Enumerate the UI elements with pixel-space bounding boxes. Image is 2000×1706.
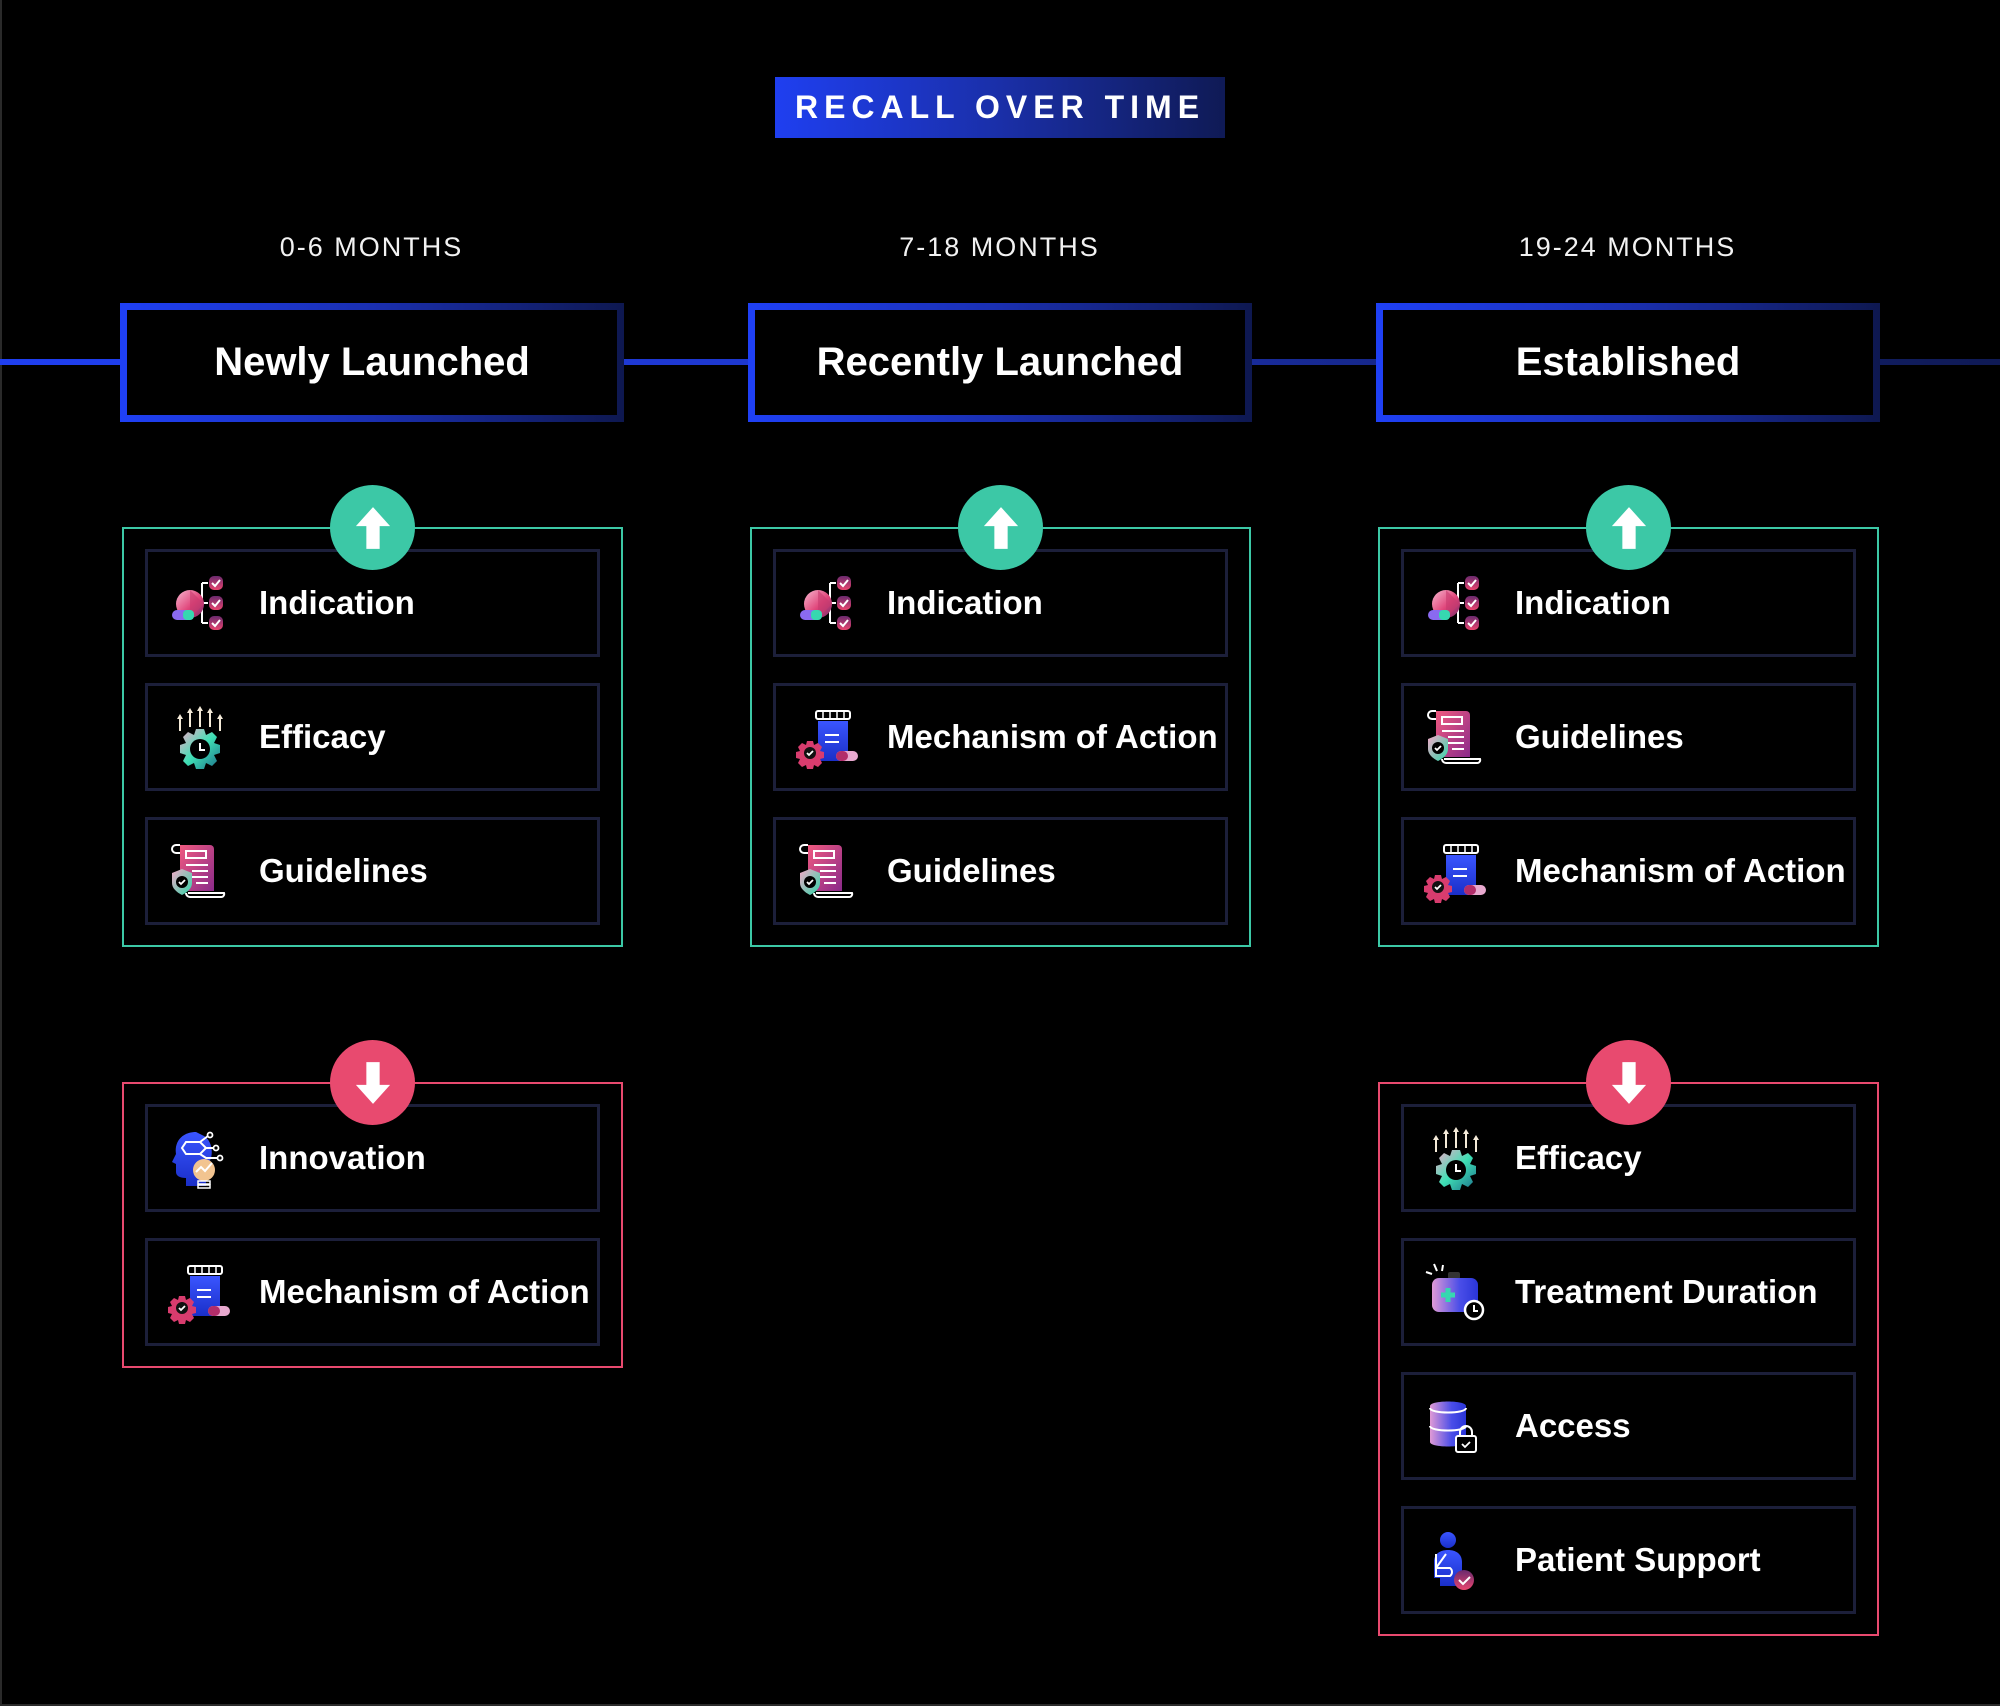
stage-header-inner: Recently Launched — [755, 310, 1245, 415]
recall-item-label: Mechanism of Action — [887, 718, 1218, 755]
recall-item-guidelines: Guidelines — [145, 817, 600, 925]
patient-support-icon — [1422, 1528, 1486, 1592]
recall-item-label: Guidelines — [1515, 718, 1684, 755]
increase-badge — [330, 485, 415, 570]
indication-icon — [794, 571, 858, 635]
recall-item-label: Efficacy — [259, 718, 386, 755]
page-title: RECALL OVER TIME — [794, 89, 1206, 125]
increased-recall-group-newly-launched: Indication Efficacy Guidelines — [122, 527, 623, 947]
period-label-recently-launched: 7-18 MONTHS — [899, 232, 1100, 262]
indication-icon — [1422, 571, 1486, 635]
indication-icon — [166, 571, 230, 635]
decrease-badge — [330, 1040, 415, 1125]
access-icon — [1422, 1394, 1486, 1458]
arrow-down-icon — [1610, 1060, 1648, 1106]
stage-header-recently-launched: Recently Launched — [748, 303, 1252, 422]
recall-item-label: Patient Support — [1515, 1541, 1761, 1578]
recall-item-label: Innovation — [259, 1139, 426, 1176]
efficacy-icon — [166, 705, 230, 769]
guidelines-icon — [1422, 705, 1486, 769]
guidelines-icon — [794, 839, 858, 903]
recall-item-mechanism-of-action: Mechanism of Action — [1401, 817, 1856, 925]
stage-header-established: Established — [1376, 303, 1880, 422]
recall-item-label: Guidelines — [259, 852, 428, 889]
decreased-recall-group-established: Efficacy Treatment Duration Access Patie… — [1378, 1082, 1879, 1636]
recall-item-label: Mechanism of Action — [1515, 852, 1846, 889]
recall-item-label: Access — [1515, 1407, 1631, 1444]
treatment-duration-icon — [1422, 1260, 1486, 1324]
recall-item-label: Treatment Duration — [1515, 1273, 1818, 1310]
recall-item-guidelines: Guidelines — [773, 817, 1228, 925]
recall-item-access: Access — [1401, 1372, 1856, 1480]
stage-header-inner: Newly Launched — [127, 310, 617, 415]
arrow-up-icon — [982, 505, 1020, 551]
mechanism-icon — [794, 705, 858, 769]
recall-item-label: Efficacy — [1515, 1139, 1642, 1176]
increased-recall-group-established: Indication Guidelines Mechanism of Actio… — [1378, 527, 1879, 947]
recall-item-mechanism-of-action: Mechanism of Action — [773, 683, 1228, 791]
decrease-badge — [1586, 1040, 1671, 1125]
recall-item-label: Indication — [1515, 584, 1671, 621]
period-label-newly-launched: 0-6 MONTHS — [279, 232, 464, 262]
stage-header-inner: Established — [1383, 310, 1873, 415]
arrow-down-icon — [354, 1060, 392, 1106]
period-label-established: 19-24 MONTHS — [1518, 232, 1737, 262]
recall-item-patient-support: Patient Support — [1401, 1506, 1856, 1614]
stage-header-newly-launched: Newly Launched — [120, 303, 624, 422]
recall-item-guidelines: Guidelines — [1401, 683, 1856, 791]
recall-item-label: Indication — [887, 584, 1043, 621]
recall-item-treatment-duration: Treatment Duration — [1401, 1238, 1856, 1346]
arrow-up-icon — [1610, 505, 1648, 551]
increase-badge — [1586, 485, 1671, 570]
mechanism-icon — [166, 1260, 230, 1324]
recall-item-mechanism-of-action: Mechanism of Action — [145, 1238, 600, 1346]
increase-badge — [958, 485, 1043, 570]
stage-title: Newly Launched — [214, 340, 530, 384]
recall-item-label: Guidelines — [887, 852, 1056, 889]
mechanism-icon — [1422, 839, 1486, 903]
guidelines-icon — [166, 839, 230, 903]
stage-title: Recently Launched — [816, 340, 1184, 384]
increased-recall-group-recently-launched: Indication Mechanism of Action Guideline… — [750, 527, 1251, 947]
innovation-icon — [166, 1126, 230, 1190]
frame-edge-left — [0, 0, 2, 1706]
recall-item-label: Indication — [259, 584, 415, 621]
recall-item-label: Mechanism of Action — [259, 1273, 590, 1310]
title-banner: RECALL OVER TIME — [775, 77, 1225, 138]
stage-title: Established — [1515, 340, 1741, 384]
efficacy-icon — [1422, 1126, 1486, 1190]
recall-item-efficacy: Efficacy — [145, 683, 600, 791]
arrow-up-icon — [354, 505, 392, 551]
